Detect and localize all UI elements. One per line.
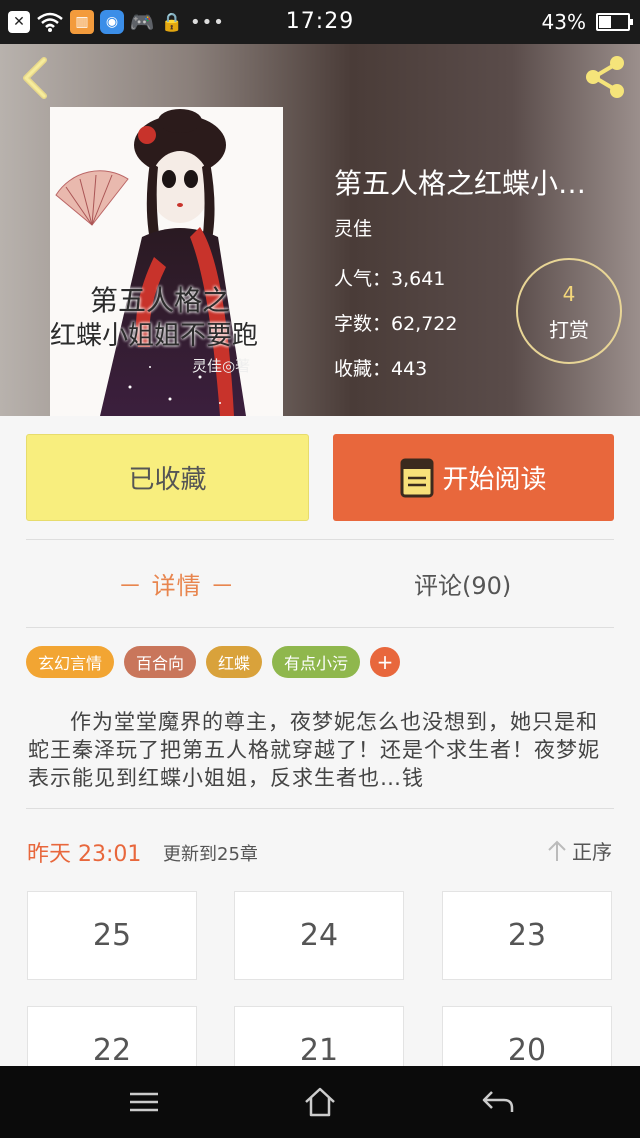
tag-list: 玄幻言情 百合向 红蝶 有点小污 + [26, 646, 401, 678]
favorite-count: 收藏：443 [334, 358, 428, 380]
start-reading-button[interactable]: 开始阅读 [333, 434, 614, 521]
book-header: 第五人格之 红蝶小姐姐不要跑 灵佳◎著 第五人格之红蝶小… 灵佳 人气：3,64… [0, 44, 640, 416]
home-icon[interactable] [302, 1084, 338, 1120]
battery-status: 43% [541, 10, 633, 34]
tag-chip[interactable]: 玄幻言情 [26, 646, 115, 678]
system-nav-bar [0, 1066, 640, 1138]
tab-comments[interactable]: 评论(90) [414, 566, 511, 601]
divider [26, 808, 614, 809]
sort-toggle[interactable]: 正序 [546, 836, 612, 865]
battery-icon [596, 13, 633, 31]
tab-details[interactable]: － 详情 － [118, 566, 235, 601]
tag-chip[interactable]: 红蝶 [206, 646, 263, 678]
cover-author: 灵佳◎著 [192, 357, 251, 375]
tip-label: 打赏 [549, 318, 589, 342]
tag-chip[interactable]: 有点小污 [272, 646, 361, 678]
add-tag-button[interactable]: + [370, 647, 401, 677]
cover-title-line1: 第五人格之 [90, 284, 231, 317]
book-description[interactable]: 作为堂堂魔界的尊主，夜梦妮怎么也没想到，她只是和蛇王秦泽玩了把第五人格就穿越了！… [28, 708, 614, 792]
favorited-button[interactable]: 已收藏 [26, 434, 309, 521]
share-icon[interactable] [580, 52, 630, 102]
author-name[interactable]: 灵佳 [334, 214, 372, 241]
menu-icon[interactable] [126, 1084, 162, 1120]
tip-button[interactable]: 4 打赏 [516, 258, 622, 364]
start-reading-label: 开始阅读 [442, 465, 547, 495]
book-icon [400, 458, 434, 497]
cover-title-line2: 红蝶小姐姐不要跑 [50, 321, 259, 351]
back-nav-icon[interactable] [480, 1084, 516, 1120]
back-icon[interactable] [14, 54, 58, 102]
divider [26, 539, 614, 540]
divider [26, 627, 614, 628]
favorited-label: 已收藏 [128, 465, 207, 495]
update-time: 昨天 23:01 [27, 842, 142, 867]
book-title: 第五人格之红蝶小… [334, 167, 587, 200]
status-bar: ✕ ▥ ◉ 🎮 🔒 ••• 17:29 43% [0, 0, 640, 44]
update-status: 更新到25章 [163, 844, 258, 865]
arrow-up-icon [548, 840, 566, 861]
battery-fill [599, 16, 612, 28]
battery-percent: 43% [541, 10, 586, 34]
word-count: 字数：62,722 [334, 313, 458, 335]
chapter-tile[interactable]: 24 [234, 891, 404, 980]
chapter-tile[interactable]: 23 [442, 891, 612, 980]
chapter-tile[interactable]: 25 [27, 891, 197, 980]
tag-chip[interactable]: 百合向 [124, 646, 197, 678]
popularity: 人气：3,641 [334, 268, 446, 290]
tip-count: 4 [562, 282, 576, 306]
book-cover[interactable]: 第五人格之 红蝶小姐姐不要跑 灵佳◎著 [50, 107, 283, 416]
sort-label: 正序 [572, 840, 612, 864]
